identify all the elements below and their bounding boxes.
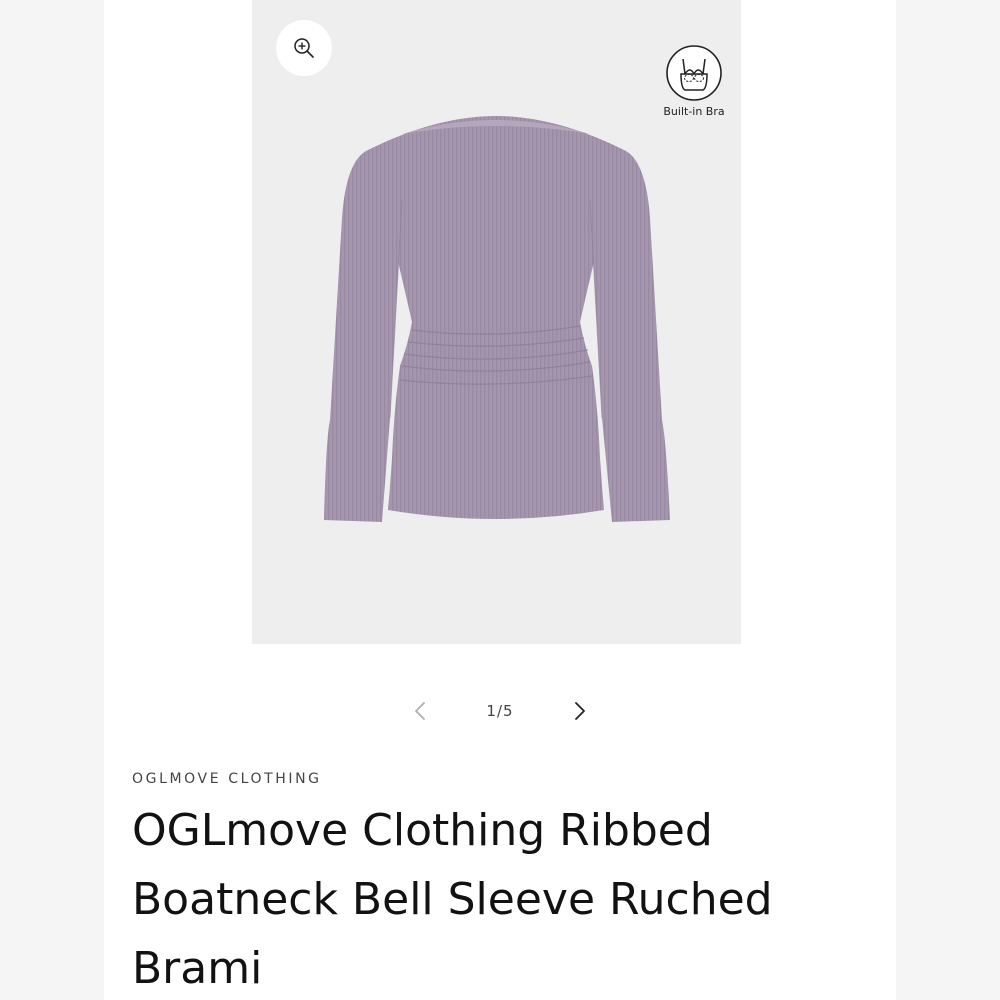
- chevron-right-icon: [575, 702, 585, 720]
- chevron-left-icon: [415, 702, 425, 720]
- product-image: [324, 116, 670, 522]
- next-slide-button[interactable]: [560, 690, 600, 732]
- gallery-pager: 1/5: [400, 690, 600, 732]
- product-title: OGLmove Clothing Ribbed Boatneck Bell Sl…: [132, 805, 773, 994]
- product-vendor: OGLMOVE CLOTHING: [132, 771, 322, 787]
- zoom-in-icon: [294, 38, 314, 58]
- slide-counter: 1/5: [486, 702, 514, 720]
- built-in-bra-badge: Built-in Bra: [654, 44, 734, 118]
- zoom-button[interactable]: [276, 20, 332, 76]
- bra-icon: [666, 45, 722, 101]
- previous-slide-button[interactable]: [400, 690, 440, 732]
- product-media-gallery: Built-in Bra: [252, 0, 741, 644]
